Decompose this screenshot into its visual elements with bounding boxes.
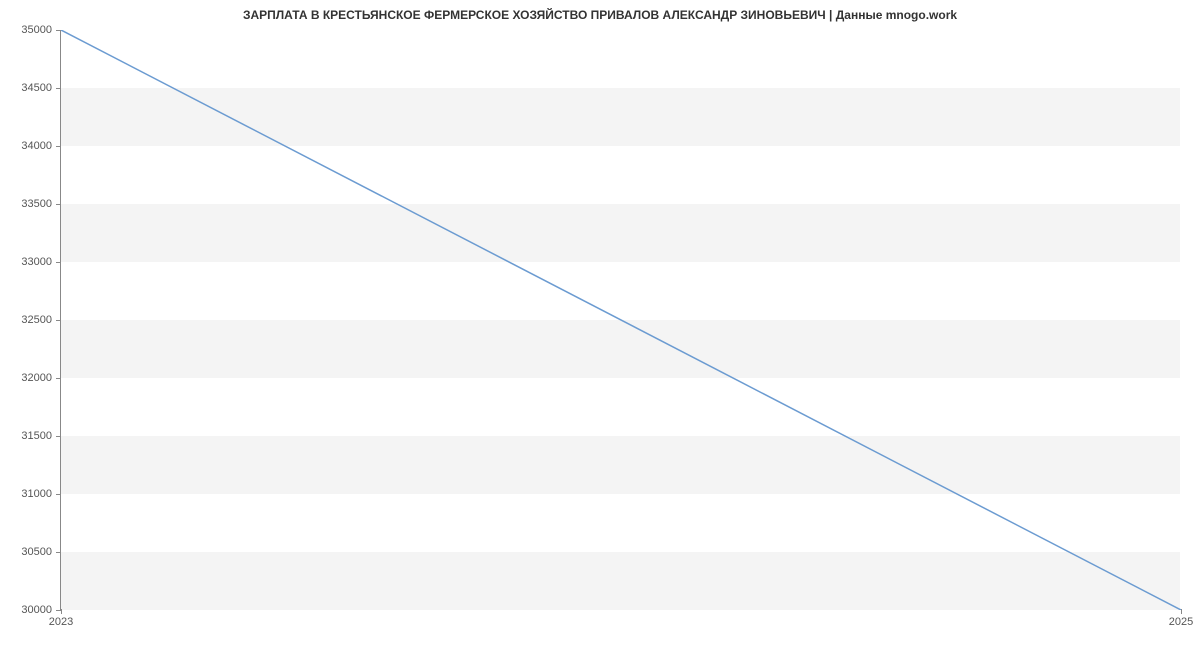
grid-band [61,320,1180,378]
y-tick-label: 35000 [2,24,52,36]
chart-title: ЗАРПЛАТА В КРЕСТЬЯНСКОЕ ФЕРМЕРСКОЕ ХОЗЯЙ… [0,0,1200,30]
plot-area: 20232025 [60,30,1180,610]
y-tick-label: 32000 [2,372,52,384]
y-tick-mark [56,262,61,263]
y-tick-label: 33000 [2,256,52,268]
y-tick-mark [56,88,61,89]
y-tick-mark [56,30,61,31]
y-tick-label: 31000 [2,488,52,500]
x-tick-label: 2025 [1169,616,1193,628]
y-tick-mark [56,378,61,379]
y-tick-label: 34500 [2,82,52,94]
y-tick-mark [56,146,61,147]
y-tick-mark [56,320,61,321]
y-tick-mark [56,204,61,205]
grid-band [61,204,1180,262]
chart-container: 20232025 3000030500310003150032000325003… [60,30,1180,610]
y-tick-label: 33500 [2,198,52,210]
x-tick-mark [1181,609,1182,614]
y-tick-label: 31500 [2,430,52,442]
y-tick-label: 34000 [2,140,52,152]
y-tick-mark [56,436,61,437]
y-tick-mark [56,494,61,495]
x-tick-label: 2023 [49,616,73,628]
y-tick-label: 32500 [2,314,52,326]
y-tick-label: 30000 [2,604,52,616]
x-tick-mark [61,609,62,614]
y-tick-mark [56,552,61,553]
grid-band [61,88,1180,146]
grid-band [61,436,1180,494]
y-tick-label: 30500 [2,546,52,558]
grid-band [61,552,1180,610]
